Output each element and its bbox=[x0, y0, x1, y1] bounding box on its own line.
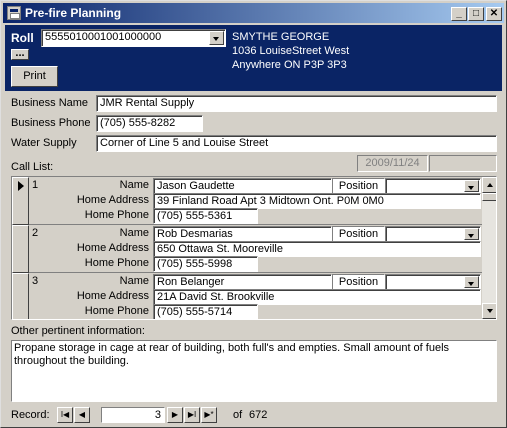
name-label: Name bbox=[119, 179, 149, 191]
owner-info: SMYTHE GEORGE 1036 LouiseStreet West Any… bbox=[232, 30, 349, 72]
water-supply-field[interactable]: Corner of Line 5 and Louise Street bbox=[96, 135, 497, 152]
record-number: 1 bbox=[32, 179, 39, 191]
pre-fire-planning-window: Pre-fire Planning _ □ ✕ Roll 55550100010… bbox=[0, 0, 507, 428]
position-label: Position bbox=[332, 274, 385, 290]
home-phone-label: Home Phone bbox=[84, 209, 149, 221]
position-combo[interactable] bbox=[385, 178, 481, 194]
position-label: Position bbox=[332, 178, 385, 194]
home-address-field[interactable]: 650 Ottawa St. Mooreville bbox=[153, 241, 481, 257]
scroll-down-icon[interactable] bbox=[482, 303, 496, 319]
call-list-record: 1 Name Jason Gaudette Position Home Addr… bbox=[12, 177, 482, 225]
record-selector[interactable] bbox=[12, 273, 29, 319]
water-supply-label: Water Supply bbox=[11, 137, 77, 149]
position-label: Position bbox=[332, 226, 385, 242]
record-number: 2 bbox=[32, 227, 39, 239]
business-name-label: Business Name bbox=[11, 97, 89, 109]
home-phone-field[interactable]: (705) 555-5998 bbox=[153, 256, 258, 272]
call-list-scrollbar[interactable] bbox=[482, 177, 496, 319]
ellipsis-button[interactable]: ... bbox=[11, 48, 29, 60]
last-record-icon[interactable]: ▶I bbox=[184, 407, 200, 423]
name-field[interactable]: Ron Belanger bbox=[153, 274, 332, 290]
business-phone-field[interactable]: (705) 555-8282 bbox=[96, 115, 203, 132]
home-address-field[interactable]: 39 Finland Road Apt 3 Midtown Ont. P0M 0… bbox=[153, 193, 481, 209]
current-record-arrow-icon bbox=[18, 181, 24, 191]
first-record-icon[interactable]: I◀ bbox=[57, 407, 73, 423]
roll-dropdown-icon[interactable] bbox=[209, 31, 224, 45]
home-phone-label: Home Phone bbox=[84, 305, 149, 317]
new-record-icon[interactable]: ▶* bbox=[201, 407, 217, 423]
home-address-label: Home Address bbox=[76, 194, 149, 206]
window-title: Pre-fire Planning bbox=[25, 6, 122, 20]
call-list-blank-field bbox=[429, 155, 497, 172]
home-phone-label: Home Phone bbox=[84, 257, 149, 269]
business-name-field[interactable]: JMR Rental Supply bbox=[96, 95, 497, 112]
next-record-icon[interactable]: ▶ bbox=[167, 407, 183, 423]
roll-combo[interactable]: 5555010001001000000 bbox=[41, 29, 226, 47]
current-record-input[interactable]: 3 bbox=[101, 407, 165, 423]
owner-name: SMYTHE GEORGE bbox=[232, 31, 330, 43]
of-label: of bbox=[233, 409, 243, 421]
roll-label: Roll bbox=[11, 31, 34, 45]
home-phone-field[interactable]: (705) 555-5714 bbox=[153, 304, 258, 319]
call-list-date: 2009/11/24 bbox=[357, 155, 428, 172]
record-selector[interactable] bbox=[12, 225, 29, 273]
minimize-button[interactable]: _ bbox=[451, 7, 467, 21]
position-dropdown-icon[interactable] bbox=[464, 276, 479, 288]
record-label: Record: bbox=[11, 409, 50, 421]
call-list-label: Call List: bbox=[11, 161, 54, 173]
close-button[interactable]: ✕ bbox=[486, 7, 502, 21]
other-info-field[interactable]: Propane storage in cage at rear of build… bbox=[11, 340, 497, 402]
home-address-field[interactable]: 21A David St. Brookville bbox=[153, 289, 481, 305]
name-field[interactable]: Jason Gaudette bbox=[153, 178, 332, 194]
position-combo[interactable] bbox=[385, 226, 481, 242]
form-icon bbox=[7, 6, 21, 20]
scroll-thumb[interactable] bbox=[482, 193, 496, 201]
owner-address-line2: Anywhere ON P3P 3P3 bbox=[232, 59, 347, 71]
name-label: Name bbox=[119, 275, 149, 287]
maximize-button[interactable]: □ bbox=[468, 7, 484, 21]
form-header: Roll 5555010001001000000 ... Print SMYTH… bbox=[5, 25, 502, 91]
position-dropdown-icon[interactable] bbox=[464, 180, 479, 192]
previous-record-icon[interactable]: ◀ bbox=[74, 407, 90, 423]
scroll-up-icon[interactable] bbox=[482, 177, 496, 193]
print-button[interactable]: Print bbox=[11, 66, 58, 87]
business-phone-label: Business Phone bbox=[11, 117, 91, 129]
position-dropdown-icon[interactable] bbox=[464, 228, 479, 240]
name-label: Name bbox=[119, 227, 149, 239]
roll-value: 5555010001001000000 bbox=[45, 31, 162, 43]
title-bar[interactable]: Pre-fire Planning _ □ ✕ bbox=[3, 3, 504, 23]
call-list-subform: 1 Name Jason Gaudette Position Home Addr… bbox=[11, 176, 497, 320]
call-list-records: 1 Name Jason Gaudette Position Home Addr… bbox=[12, 177, 482, 319]
name-field[interactable]: Rob Desmarias bbox=[153, 226, 332, 242]
record-number: 3 bbox=[32, 275, 39, 287]
home-address-label: Home Address bbox=[76, 242, 149, 254]
total-records: 672 bbox=[249, 409, 268, 421]
call-list-record: 3 Name Ron Belanger Position Home Addres… bbox=[12, 273, 482, 319]
owner-address-line1: 1036 LouiseStreet West bbox=[232, 45, 350, 57]
call-list-record: 2 Name Rob Desmarias Position Home Addre… bbox=[12, 225, 482, 273]
record-selector[interactable] bbox=[12, 177, 29, 225]
home-phone-field[interactable]: (705) 555-5361 bbox=[153, 208, 258, 224]
position-combo[interactable] bbox=[385, 274, 481, 290]
home-address-label: Home Address bbox=[76, 290, 149, 302]
other-info-label: Other pertinent information: bbox=[11, 325, 145, 337]
